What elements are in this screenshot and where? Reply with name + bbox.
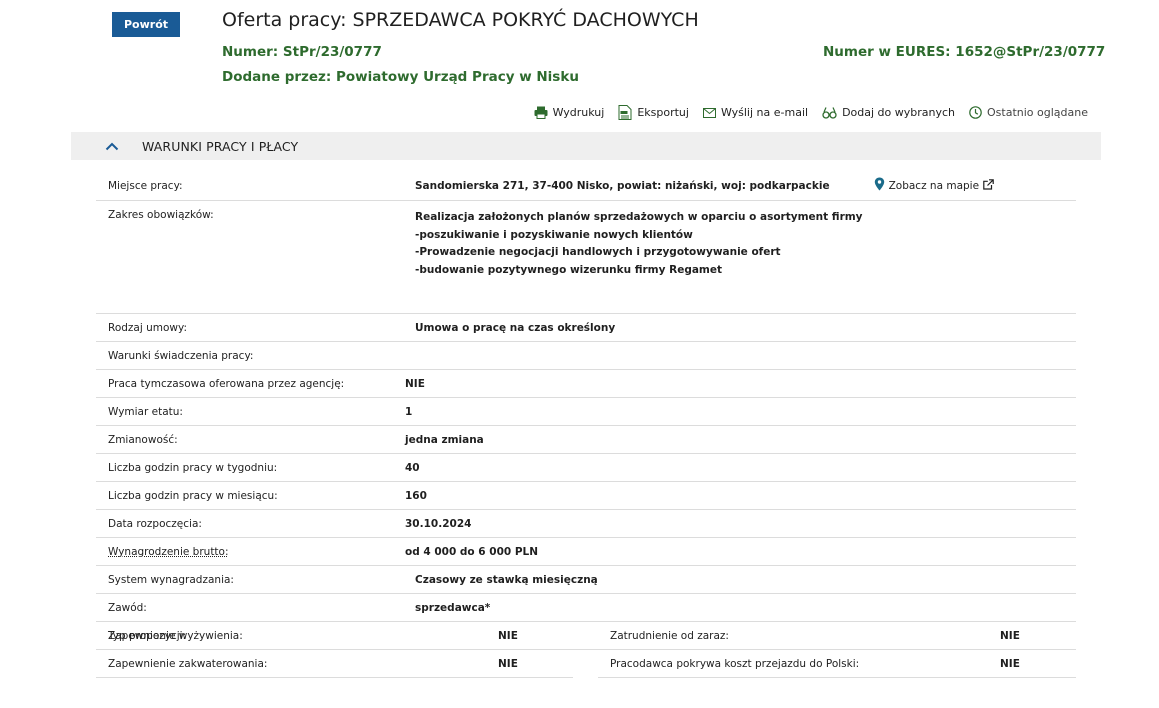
detail-label: Praca tymczasowa oferowana przez agencję…: [108, 377, 345, 390]
benefits-grid: Zapewnienie wyżywienia: NIE Zapewnienie …: [96, 622, 1076, 678]
detail-label: Zapewnienie wyżywienia:: [108, 629, 243, 642]
detail-value: 30.10.2024: [405, 517, 472, 530]
duty-line: -poszukiwanie i pozyskiwanie nowych klie…: [415, 228, 693, 241]
export-action[interactable]: Eksportuj: [618, 105, 689, 120]
detail-row-hours-week: Liczba godzin pracy w tygodniu: 40: [96, 454, 1076, 482]
eures-number: Numer w EURES: 1652@StPr/23/0777: [823, 44, 1105, 60]
added-by: Dodane przez: Powiatowy Urząd Pracy w Ni…: [222, 69, 579, 85]
envelope-icon: [702, 107, 716, 118]
detail-row-contract: Rodzaj umowy: Umowa o pracę na czas okre…: [96, 314, 1076, 342]
print-action[interactable]: Wydrukuj: [534, 105, 605, 120]
detail-row-conditions: Warunki świadczenia pracy:: [96, 342, 1076, 370]
benefit-row-accommodation: Zapewnienie zakwaterowania: NIE: [96, 650, 573, 678]
detail-value: sprzedawca*: [415, 601, 491, 614]
detail-row-hours-month: Liczba godzin pracy w miesiącu: 160: [96, 482, 1076, 510]
benefits-left-column: Zapewnienie wyżywienia: NIE Zapewnienie …: [96, 622, 573, 678]
detail-value: NIE: [1000, 629, 1020, 642]
export-label: Eksportuj: [637, 106, 689, 119]
offer-number: Numer: StPr/23/0777: [222, 44, 382, 60]
detail-label: System wynagradzania:: [108, 573, 234, 586]
detail-row-duties: Zakres obowiązków: Realizacja założonych…: [96, 201, 1076, 314]
clock-icon: [969, 106, 982, 119]
place-value: Sandomierska 271, 37-400 Nisko, powiat: …: [415, 179, 830, 192]
detail-row-salary: Wynagrodzenie brutto: od 4 000 do 6 000 …: [96, 538, 1076, 566]
detail-value: NIE: [1000, 657, 1020, 670]
glasses-icon: [822, 106, 837, 119]
eures-number-value: 1652@StPr/23/0777: [955, 44, 1106, 60]
page-title: Oferta pracy: SPRZEDAWCA POKRYĆ DACHOWYC…: [222, 9, 699, 31]
detail-value: NIE: [498, 657, 518, 670]
detail-value: 1: [405, 405, 413, 418]
added-by-value: Powiatowy Urząd Pracy w Nisku: [336, 69, 579, 85]
duty-line: -Prowadzenie negocjacji handlowych i prz…: [415, 246, 781, 258]
detail-label: Miejsce pracy:: [108, 179, 183, 192]
detail-label: Zawód:: [108, 601, 147, 614]
detail-label: Zmianowość:: [108, 433, 178, 446]
add-favorite-label: Dodaj do wybranych: [842, 106, 956, 119]
add-favorite-action[interactable]: Dodaj do wybranych: [822, 105, 955, 120]
eures-number-label: Numer w EURES:: [823, 44, 951, 60]
export-pdf-icon: [618, 105, 632, 120]
detail-label: Wymiar etatu:: [108, 405, 183, 418]
detail-value: Czasowy ze stawką miesięczną: [415, 573, 598, 586]
map-link-label: Zobacz na mapie: [888, 179, 980, 192]
detail-row-start-date: Data rozpoczęcia: 30.10.2024: [96, 510, 1076, 538]
benefits-right-column: Zatrudnienie od zaraz: NIE Pracodawca po…: [598, 622, 1076, 678]
detail-value: 160: [405, 489, 427, 502]
back-button[interactable]: Powrót: [112, 12, 180, 37]
detail-value: Umowa o pracę na czas określony: [415, 321, 616, 334]
detail-value: NIE: [405, 377, 425, 390]
detail-label: Liczba godzin pracy w tygodniu:: [108, 461, 278, 474]
benefit-row-travel: Pracodawca pokrywa koszt przejazdu do Po…: [598, 650, 1076, 678]
detail-label: Liczba godzin pracy w miesiącu:: [108, 489, 278, 502]
benefit-row-immediate: Zatrudnienie od zaraz: NIE: [598, 622, 1076, 650]
detail-value: Realizacja założonych planów sprzedażowy…: [405, 209, 1076, 279]
detail-row-occupation: Zawód: sprzedawca*: [96, 594, 1076, 622]
detail-label: Zatrudnienie od zaraz:: [610, 629, 729, 642]
detail-row-shifts: Zmianowość: jedna zmiana: [96, 426, 1076, 454]
print-label: Wydrukuj: [552, 106, 605, 119]
map-link[interactable]: Zobacz na mapie: [874, 177, 994, 194]
chevron-up-icon[interactable]: [105, 139, 119, 153]
benefit-row-meals: Zapewnienie wyżywienia: NIE: [96, 622, 573, 650]
action-toolbar: Wydrukuj Eksportuj Wyślij na e-mail Doda…: [534, 105, 1088, 120]
email-label: Wyślij na e-mail: [720, 106, 809, 119]
detail-label: Zapewnienie zakwaterowania:: [108, 657, 268, 670]
detail-row-pay-system: System wynagradzania: Czasowy ze stawką …: [96, 566, 1076, 594]
detail-value: Sandomierska 271, 37-400 Nisko, powiat: …: [405, 177, 1076, 194]
detail-label: Rodzaj umowy:: [108, 321, 187, 334]
detail-row-fte: Wymiar etatu: 1: [96, 398, 1076, 426]
recently-viewed-action[interactable]: Ostatnio oglądane: [969, 105, 1088, 120]
external-link-icon: [983, 178, 994, 193]
salary-tooltip-label[interactable]: Wynagrodzenie brutto:: [108, 546, 405, 558]
detail-label: Pracodawca pokrywa koszt przejazdu do Po…: [610, 657, 860, 670]
details-list: Miejsce pracy: Sandomierska 271, 37-400 …: [96, 171, 1076, 650]
added-by-label: Dodane przez:: [222, 69, 332, 85]
recently-viewed-label: Ostatnio oglądane: [987, 106, 1088, 119]
detail-value: jedna zmiana: [405, 433, 484, 446]
detail-value: NIE: [498, 629, 518, 642]
detail-label: Data rozpoczęcia:: [108, 517, 202, 530]
duty-line: -budowanie pozytywnego wizerunku firmy R…: [415, 263, 723, 276]
duty-line: Realizacja założonych planów sprzedażowy…: [415, 211, 863, 223]
section-title: WARUNKI PRACY I PŁACY: [142, 138, 299, 154]
offer-number-value: StPr/23/0777: [282, 44, 382, 60]
detail-label: Warunki świadczenia pracy:: [108, 349, 254, 362]
detail-value: od 4 000 do 6 000 PLN: [405, 545, 539, 558]
map-pin-icon: [874, 177, 885, 194]
detail-value: 40: [405, 461, 420, 474]
offer-number-label: Numer:: [222, 44, 279, 60]
detail-row-temp-agency: Praca tymczasowa oferowana przez agencję…: [96, 370, 1076, 398]
section-header-work-conditions[interactable]: WARUNKI PRACY I PŁACY: [71, 132, 1101, 160]
detail-row-place: Miejsce pracy: Sandomierska 271, 37-400 …: [96, 171, 1076, 201]
email-action[interactable]: Wyślij na e-mail: [702, 105, 809, 120]
printer-icon: [534, 106, 548, 119]
detail-label: Zakres obowiązków:: [108, 209, 214, 221]
